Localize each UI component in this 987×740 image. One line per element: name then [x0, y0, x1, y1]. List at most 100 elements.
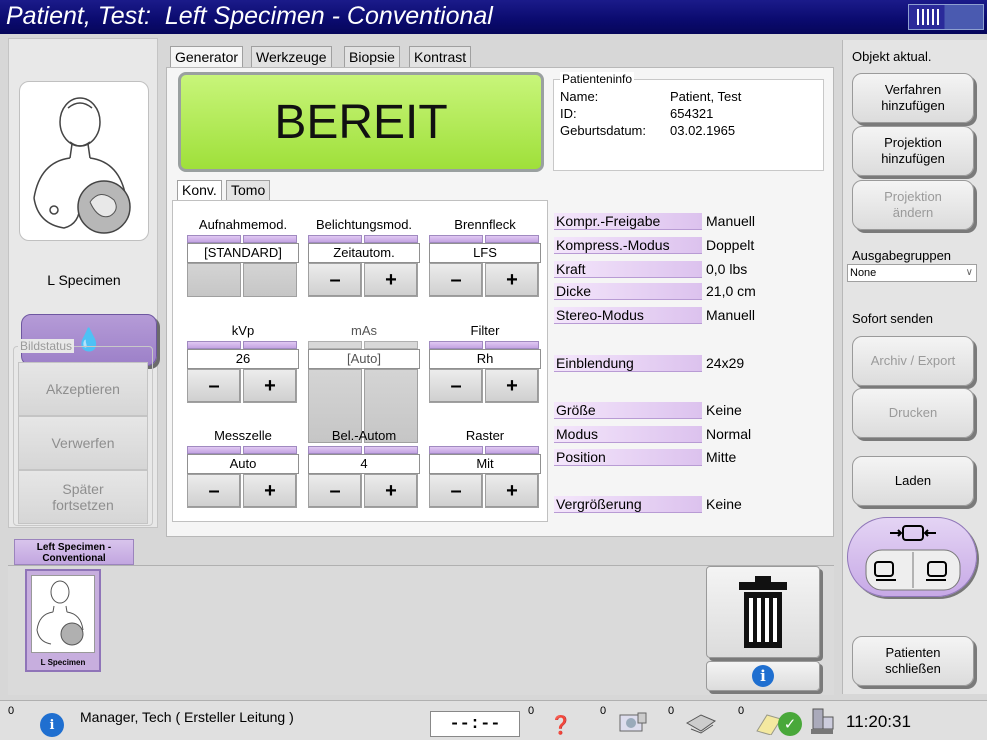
dob-label: Geburtsdatum: [560, 123, 646, 138]
brennfleck-value: LFS [429, 243, 541, 263]
tab-tomo[interactable]: Tomo [226, 180, 271, 200]
patient-info-legend: Patienteninfo [560, 72, 635, 86]
param-value: Doppelt [706, 237, 755, 253]
param-label: Einblendung [554, 355, 702, 372]
window-control-icon[interactable] [908, 4, 984, 30]
ausgabe-label: Ausgabegruppen [852, 248, 952, 263]
param-label: Kompress.-Modus [554, 237, 702, 254]
param-value: 0,0 lbs [706, 261, 748, 277]
brennfleck-label: Brennfleck [454, 217, 516, 232]
exposure-timer: --:-- [430, 711, 520, 737]
accept-button[interactable]: Akzeptieren [18, 362, 148, 416]
view-thumbnail[interactable]: L Specimen [25, 569, 101, 672]
edit-view-button[interactable]: Projektion ändern [852, 180, 974, 230]
breast-specimen-icon [33, 97, 131, 234]
compression-icon [865, 525, 961, 591]
checkmark-icon[interactable]: ✓ [778, 712, 802, 736]
aufnahmemod-label: Aufnahmemod. [198, 217, 288, 232]
info-button[interactable]: i [706, 661, 820, 691]
media-icon[interactable] [616, 709, 650, 737]
param-value: Normal [706, 426, 752, 442]
view-label: L Specimen [47, 272, 121, 288]
aufnahmemod-value[interactable]: [STANDARD] [187, 243, 299, 263]
printer-icon[interactable] [682, 709, 718, 737]
messzelle-plus-button[interactable]: + [243, 474, 297, 508]
status-bar: 0 i Manager, Tech ( Ersteller Leitung ) … [0, 700, 987, 740]
param-label: Kompr.-Freigabe [554, 213, 702, 230]
close-patient-button[interactable]: Patienten schließen [852, 636, 974, 686]
tab-generator[interactable]: Generator [170, 46, 244, 68]
raster-minus-button[interactable]: – [429, 474, 483, 508]
messzelle-label: Messzelle [214, 428, 272, 443]
belautom-minus-button[interactable]: – [308, 474, 362, 508]
mas-label: mAs [351, 323, 377, 338]
print-button[interactable]: Drucken [852, 388, 974, 438]
dob-value: 03.02.1965 [670, 123, 736, 138]
filter-label: Filter [470, 323, 500, 338]
param-label: Modus [554, 426, 702, 443]
messzelle-minus-button[interactable]: – [187, 474, 241, 508]
kvp-value: 26 [187, 349, 299, 369]
name-value: Patient, Test [670, 89, 742, 104]
id-value: 654321 [670, 106, 714, 121]
load-button[interactable]: Laden [852, 456, 974, 506]
current-user: Manager, Tech ( Ersteller Leitung ) [80, 709, 294, 725]
kvp-plus-button[interactable]: + [243, 369, 297, 403]
brennfleck-minus-button[interactable]: – [429, 263, 483, 297]
sofort-label: Sofort senden [852, 311, 933, 326]
ready-indicator: BEREIT [178, 72, 544, 172]
param-value: 24x29 [706, 355, 745, 371]
belautom-plus-button[interactable]: + [364, 474, 418, 508]
belichtungsmod-plus-button[interactable]: + [364, 263, 418, 297]
filter-plus-button[interactable]: + [485, 369, 539, 403]
param-value: Manuell [706, 213, 756, 229]
clock: 11:20:31 [846, 712, 911, 731]
param-value: 21,0 cm [706, 283, 756, 299]
brennfleck-plus-button[interactable]: + [485, 263, 539, 297]
raster-value: Mit [429, 454, 541, 474]
patient-info: Patienteninfo Name: Patient, Test ID: 65… [553, 72, 824, 171]
param-label: Dicke [554, 283, 702, 300]
thumbnail-image [31, 575, 95, 653]
kvp-minus-button[interactable]: – [187, 369, 241, 403]
output-group-select[interactable]: None ∨ [847, 264, 977, 282]
add-view-button[interactable]: Projektion hinzufügen [852, 126, 974, 176]
reject-button[interactable]: Verwerfen [18, 416, 148, 470]
pend-button[interactable]: Später fortsetzen [18, 470, 148, 524]
procedure-tab[interactable]: Left Specimen - Conventional [14, 539, 134, 565]
raster-plus-button[interactable]: + [485, 474, 539, 508]
mas-value: [Auto] [308, 349, 420, 369]
trash-icon [739, 576, 787, 648]
add-procedure-button[interactable]: Verfahren hinzufügen [852, 73, 974, 123]
trash-button[interactable] [706, 566, 820, 658]
tab-konv[interactable]: Konv. [177, 180, 222, 201]
kvp-label: kVp [231, 323, 255, 338]
network-icon[interactable] [808, 707, 836, 737]
belichtungsmod-label: Belichtungsmod. [315, 217, 413, 232]
filter-minus-button[interactable]: – [429, 369, 483, 403]
output-group-value: None [850, 267, 877, 279]
chevron-down-icon: ∨ [965, 267, 973, 278]
id-label: ID: [560, 106, 577, 121]
compression-release-button[interactable] [847, 517, 977, 597]
belichtungsmod-minus-button[interactable]: – [308, 263, 362, 297]
param-value: Keine [706, 402, 742, 418]
tab-biopsie[interactable]: Biopsie [344, 46, 400, 67]
param-label: Vergrößerung [554, 496, 702, 513]
count-d: 0 [738, 705, 745, 717]
messzelle-value: Auto [187, 454, 299, 474]
archive-export-button[interactable]: Archiv / Export [852, 336, 974, 386]
count-a: 0 [528, 705, 535, 717]
param-label: Position [554, 449, 702, 466]
belichtungsmod-value: Zeitautom. [308, 243, 420, 263]
breast-specimen-icon [36, 580, 84, 646]
tab-kontrast[interactable]: Kontrast [409, 46, 472, 67]
count-b: 0 [600, 705, 607, 717]
tab-werkzeuge[interactable]: Werkzeuge [251, 46, 332, 67]
objekt-label: Objekt aktual. [852, 49, 932, 64]
title-bar: Patient, Test: Left Specimen - Conventio… [0, 0, 987, 34]
window-title: Patient, Test: Left Specimen - Conventio… [6, 2, 493, 30]
param-label: Größe [554, 402, 702, 419]
help-icon[interactable]: ❓ [548, 713, 574, 737]
info-icon[interactable]: i [40, 713, 64, 737]
